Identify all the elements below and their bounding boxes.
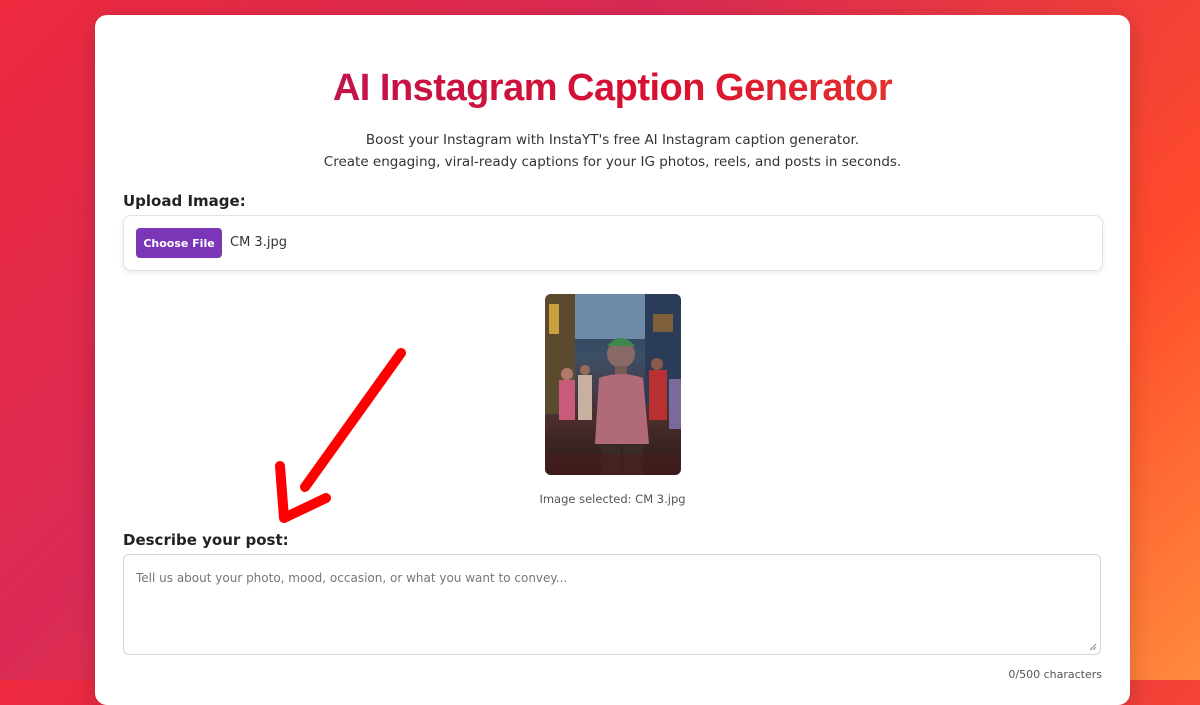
- red-arrow-icon: [275, 348, 406, 523]
